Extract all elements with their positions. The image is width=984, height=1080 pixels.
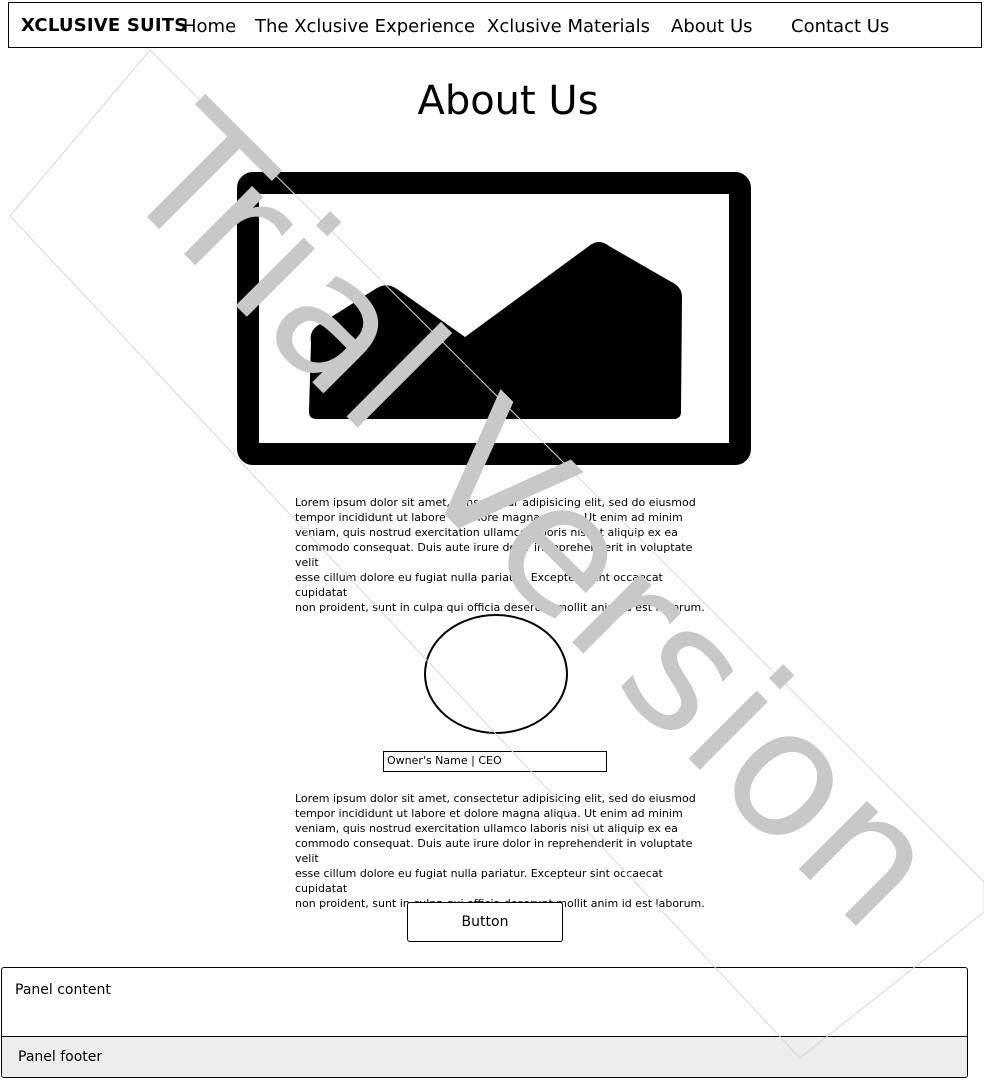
about-paragraph-1: Lorem ipsum dolor sit amet, consectetur … xyxy=(295,496,705,614)
owner-avatar xyxy=(422,612,570,736)
action-button[interactable]: Button xyxy=(407,902,563,942)
panel-footer: Panel footer xyxy=(2,1036,967,1077)
nav-link-experience[interactable]: The Xclusive Experience xyxy=(255,16,475,37)
nav-link-about[interactable]: About Us xyxy=(671,16,753,37)
page-title: About Us xyxy=(417,78,599,124)
panel-content: Panel content xyxy=(15,982,111,998)
nav-link-contact[interactable]: Contact Us xyxy=(791,16,889,37)
image-placeholder-icon xyxy=(237,172,751,465)
page-title-wrapper: About Us xyxy=(0,78,984,124)
panel: Panel content Panel footer xyxy=(1,967,968,1078)
avatar-circle-icon xyxy=(424,614,568,734)
owner-caption: Owner's Name | CEO xyxy=(383,751,607,772)
navbar: XCLUSIVE SUITS Home The Xclusive Experie… xyxy=(8,2,982,48)
image-placeholder xyxy=(237,172,752,467)
nav-link-materials[interactable]: Xclusive Materials xyxy=(487,16,650,37)
page: XCLUSIVE SUITS Home The Xclusive Experie… xyxy=(0,0,984,1080)
nav-link-home[interactable]: Home xyxy=(183,16,236,37)
brand-logo[interactable]: XCLUSIVE SUITS xyxy=(21,15,187,36)
about-paragraph-2: Lorem ipsum dolor sit amet, consectetur … xyxy=(295,792,705,910)
